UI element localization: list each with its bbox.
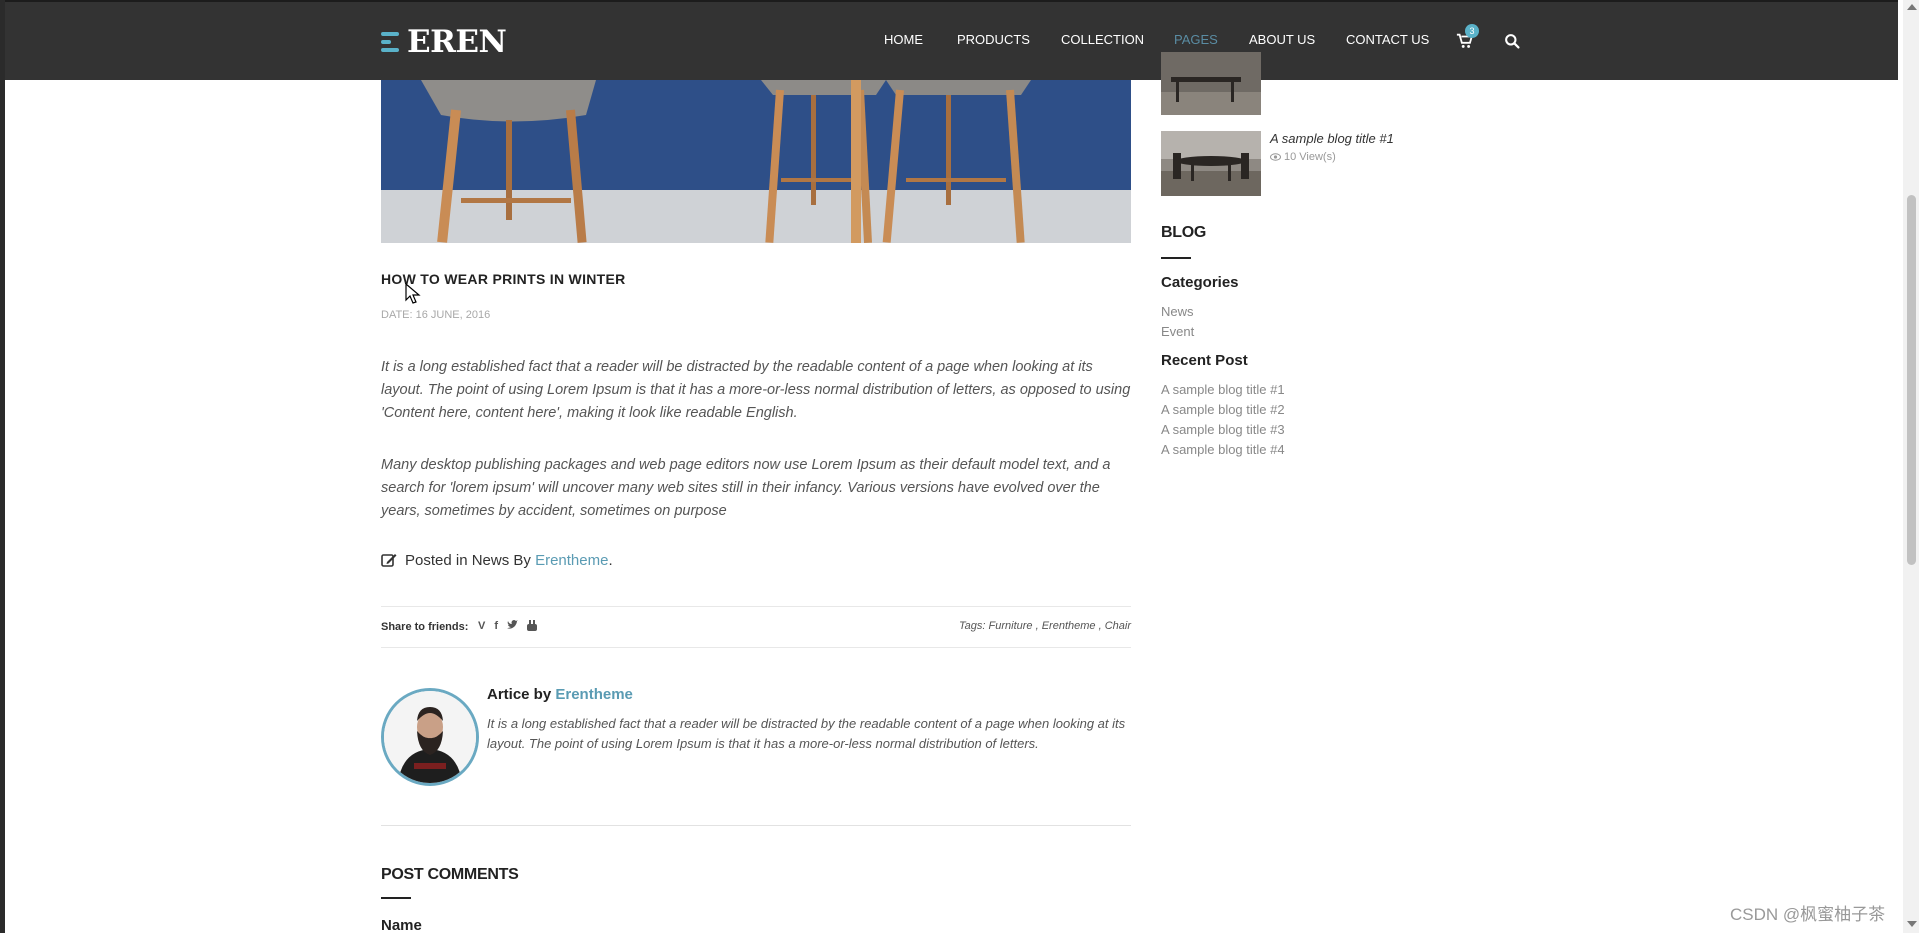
name-field-label: Name — [381, 917, 422, 934]
author-prefix: Artice by — [487, 686, 552, 703]
views-count: 10 View(s) — [1284, 151, 1336, 163]
nav-contact-us[interactable]: CONTACT US — [1346, 32, 1429, 47]
author-bio: It is a long established fact that a rea… — [487, 716, 1126, 751]
eye-icon — [1270, 153, 1281, 161]
recent-post-link[interactable]: A sample blog title #2 — [1161, 402, 1285, 417]
tags-label: Tags: — [958, 620, 986, 632]
tag-link[interactable]: Chair — [1105, 620, 1131, 632]
category-link-event[interactable]: Event — [1161, 324, 1194, 339]
scrollbar-thumb[interactable] — [1907, 195, 1916, 565]
popular-post-thumbnail[interactable] — [1161, 131, 1261, 196]
popular-post-views: 10 View(s) — [1270, 151, 1336, 163]
edit-icon — [381, 554, 397, 567]
twitter-icon[interactable] — [507, 620, 519, 634]
share-icons: V f — [478, 620, 538, 634]
share-label: Share to friends: — [381, 621, 469, 633]
post-paragraph-1: It is a long established fact that a rea… — [381, 359, 1131, 421]
tag-link[interactable]: Erentheme — [1042, 620, 1096, 632]
post-date: DATE: 16 JUNE, 2016 — [381, 309, 491, 321]
scroll-down-icon[interactable] — [1907, 921, 1917, 927]
post-tags: Tags: Furniture , Erentheme , Chair — [958, 620, 1131, 632]
author-avatar — [381, 688, 479, 786]
heading-underline — [1161, 257, 1191, 259]
heading-underline — [381, 897, 411, 899]
nav-products[interactable]: PRODUCTS — [957, 32, 1030, 47]
main-nav: HOME PRODUCTS COLLECTION PAGES ABOUT US … — [5, 32, 1898, 52]
recent-post-link[interactable]: A sample blog title #4 — [1161, 442, 1285, 457]
nav-collection[interactable]: COLLECTION — [1061, 32, 1144, 47]
recent-post-heading: Recent Post — [1161, 352, 1248, 369]
recent-post-link[interactable]: A sample blog title #3 — [1161, 422, 1285, 437]
post-hero-image — [381, 80, 1131, 243]
blog-heading: BLOG — [1161, 224, 1207, 241]
categories-heading: Categories — [1161, 274, 1239, 291]
nav-about-us[interactable]: ABOUT US — [1249, 32, 1315, 47]
post-comments-heading: POST COMMENTS — [381, 866, 519, 883]
search-icon — [1505, 34, 1520, 49]
chairs-photo — [381, 80, 1131, 243]
nav-pages[interactable]: PAGES — [1174, 32, 1218, 47]
posted-suffix: . — [608, 552, 613, 569]
author-name-link[interactable]: Erentheme — [555, 686, 633, 703]
vimeo-icon[interactable]: V — [478, 620, 485, 634]
tag-link[interactable]: Furniture — [989, 620, 1033, 632]
posted-in-line: Posted in News By Erentheme. — [381, 552, 613, 569]
category-link-news[interactable]: News — [1161, 304, 1194, 319]
cart-count-badge: 3 — [1465, 24, 1479, 38]
mouse-cursor-icon — [405, 283, 421, 304]
scroll-up-icon[interactable] — [1907, 4, 1917, 10]
share-tags-row: Share to friends: V f Tags: Furniture , … — [381, 606, 1131, 648]
popular-post-title[interactable]: A sample blog title #1 — [1270, 131, 1394, 146]
page-scrollbar[interactable] — [1903, 0, 1919, 933]
watermark: CSDN @枫蜜柚子茶 — [1730, 905, 1886, 924]
site-header: EREN HOME PRODUCTS COLLECTION PAGES ABOU… — [5, 0, 1898, 80]
youtube-icon[interactable] — [527, 620, 538, 634]
nav-home[interactable]: HOME — [884, 32, 923, 47]
page: EREN HOME PRODUCTS COLLECTION PAGES ABOU… — [5, 0, 1898, 934]
post-paragraph-2: Many desktop publishing packages and web… — [381, 457, 1111, 519]
recent-post-link[interactable]: A sample blog title #1 — [1161, 382, 1285, 397]
facebook-icon[interactable]: f — [494, 620, 498, 634]
popular-post-thumbnail[interactable] — [1161, 52, 1261, 115]
posted-author-link[interactable]: Erentheme — [535, 552, 608, 569]
author-heading: Artice by Erentheme — [487, 686, 633, 703]
search-button[interactable] — [1504, 33, 1522, 51]
divider — [381, 825, 1131, 826]
posted-prefix: Posted in News By — [405, 552, 531, 569]
